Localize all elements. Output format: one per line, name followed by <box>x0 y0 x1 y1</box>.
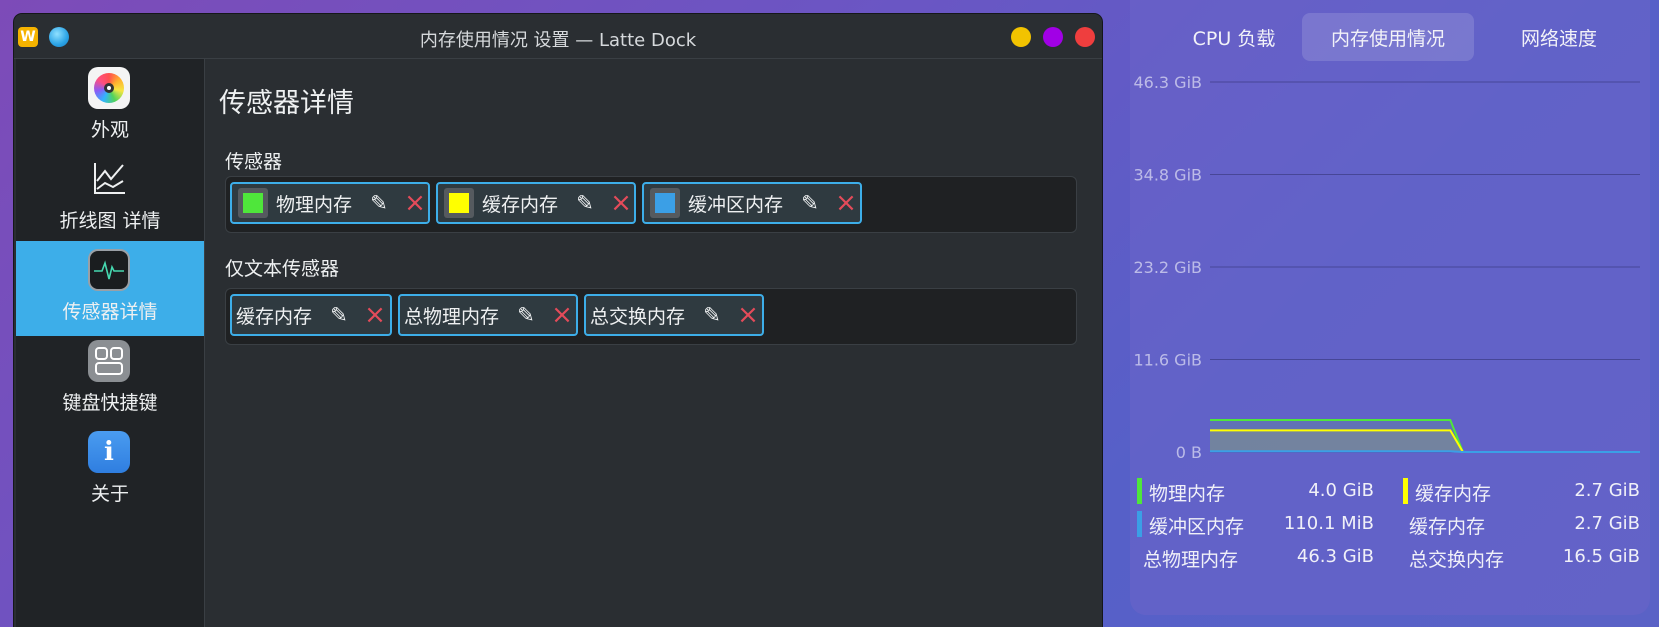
legend-label: 缓存内存 <box>1409 516 1486 538</box>
legend-swatch <box>1137 511 1142 537</box>
sensor-name: 缓存内存 <box>236 305 313 328</box>
line-chart-icon <box>88 158 130 200</box>
sensor-name: 总物理内存 <box>404 305 500 328</box>
remove-icon[interactable]: × <box>551 302 573 328</box>
sidebar-item-label: 外观 <box>90 119 129 141</box>
keyboard-shortcut-icon <box>88 340 130 382</box>
legend-label: 总物理内存 <box>1143 549 1239 571</box>
sidebar-item-sensor-details[interactable]: 传感器详情 <box>16 241 204 336</box>
remove-icon[interactable]: × <box>737 302 759 328</box>
color-swatch[interactable] <box>650 188 680 218</box>
text-sensor-chip[interactable]: 缓存内存 ✎ × <box>230 294 392 336</box>
page-title: 传感器详情 <box>219 88 354 119</box>
legend-value: 16.5 GiB <box>1562 546 1640 567</box>
sensor-chip[interactable]: 缓冲区内存 ✎ × <box>642 182 862 224</box>
color-swatch[interactable] <box>238 188 268 218</box>
legend-value: 46.3 GiB <box>1296 546 1374 567</box>
tab-memory-usage[interactable]: 内存使用情况 <box>1302 13 1474 61</box>
minimize-button[interactable] <box>1011 27 1031 47</box>
text-only-sensors-list[interactable]: 缓存内存 ✎ × 总物理内存 ✎ × 总交换内存 ✎ × <box>225 288 1077 345</box>
sidebar-item-keyboard-shortcuts[interactable]: 键盘快捷键 <box>16 332 204 427</box>
sensor-chip[interactable]: 缓存内存 ✎ × <box>436 182 636 224</box>
legend-value: 2.7 GiB <box>1574 480 1640 501</box>
swatch-color <box>243 193 263 213</box>
sensor-name: 物理内存 <box>276 193 353 216</box>
edit-icon[interactable]: ✎ <box>368 191 390 215</box>
info-icon: i <box>88 431 130 473</box>
sidebar-item-label: 关于 <box>90 483 129 505</box>
edit-icon[interactable]: ✎ <box>574 191 596 215</box>
tab-network-speed[interactable]: 网络速度 <box>1473 13 1645 61</box>
sensor-chip[interactable]: 物理内存 ✎ × <box>230 182 430 224</box>
series-line <box>1210 450 1640 453</box>
memory-line-chart: 46.3 GiB 34.8 GiB 23.2 GiB 11.6 GiB 0 B <box>1133 73 1640 460</box>
maximize-button[interactable] <box>1043 27 1063 47</box>
sensor-name: 缓冲区内存 <box>688 193 784 216</box>
y-tick-label: 23.2 GiB <box>1133 258 1202 277</box>
settings-content: 传感器详情 传感器 物理内存 ✎ × 缓存内存 ✎ × 缓冲区内存 ✎ × 仅文… <box>205 59 1102 627</box>
sensor-name: 缓存内存 <box>482 193 559 216</box>
remove-icon[interactable]: × <box>610 190 632 216</box>
legend-value: 110.1 MiB <box>1283 513 1374 534</box>
sidebar-item-label: 折线图 详情 <box>59 210 161 232</box>
window-title: 内存使用情况 设置 — Latte Dock <box>419 30 697 51</box>
tab-cpu-load[interactable]: CPU 负载 <box>1148 13 1320 61</box>
legend-value: 4.0 GiB <box>1308 480 1374 501</box>
legend-swatch <box>1403 478 1408 504</box>
edit-icon[interactable]: ✎ <box>701 303 723 327</box>
sidebar-item-appearance[interactable]: 外观 <box>16 59 204 154</box>
sensor-monitor-icon <box>88 249 130 291</box>
legend-label: 物理内存 <box>1149 483 1226 505</box>
settings-window: W 内存使用情况 设置 — Latte Dock 外观 折线图 详情 传感器详情… <box>14 14 1102 627</box>
remove-icon[interactable]: × <box>835 190 857 216</box>
sidebar-item-about[interactable]: i 关于 <box>16 423 204 518</box>
sidebar-item-label: 传感器详情 <box>62 301 158 323</box>
sensors-list[interactable]: 物理内存 ✎ × 缓存内存 ✎ × 缓冲区内存 ✎ × <box>225 176 1077 233</box>
title-bar[interactable]: W 内存使用情况 设置 — Latte Dock <box>14 14 1102 59</box>
remove-icon[interactable]: × <box>364 302 386 328</box>
edit-icon[interactable]: ✎ <box>799 191 821 215</box>
edit-icon[interactable]: ✎ <box>328 303 350 327</box>
legend-label: 缓冲区内存 <box>1149 516 1245 538</box>
sensor-name: 总交换内存 <box>590 305 686 328</box>
text-sensor-chip[interactable]: 总交换内存 ✎ × <box>584 294 764 336</box>
series-area <box>1210 430 1640 452</box>
sidebar-item-line-chart[interactable]: 折线图 详情 <box>16 150 204 245</box>
appearance-icon <box>88 67 130 109</box>
y-tick-label: 46.3 GiB <box>1133 73 1202 92</box>
color-swatch[interactable] <box>444 188 474 218</box>
swatch-color <box>449 193 469 213</box>
y-tick-label: 11.6 GiB <box>1133 351 1202 370</box>
settings-sidebar: 外观 折线图 详情 传感器详情 键盘快捷键 i 关于 <box>16 59 205 627</box>
remove-icon[interactable]: × <box>404 190 426 216</box>
swatch-color <box>655 193 675 213</box>
y-tick-label: 34.8 GiB <box>1133 166 1202 185</box>
y-tick-label: 0 B <box>1176 443 1202 460</box>
text-sensor-chip[interactable]: 总物理内存 ✎ × <box>398 294 578 336</box>
text-only-section-label: 仅文本传感器 <box>225 258 340 280</box>
sensors-section-label: 传感器 <box>225 151 283 173</box>
sidebar-item-label: 键盘快捷键 <box>62 392 158 414</box>
close-button[interactable] <box>1075 27 1095 47</box>
legend-swatch <box>1137 478 1142 504</box>
legend-label: 缓存内存 <box>1415 483 1492 505</box>
memory-usage-widget: CPU 负载 内存使用情况 网络速度 46.3 GiB 34.8 GiB 23.2 … <box>1130 0 1650 615</box>
legend-value: 2.7 GiB <box>1574 513 1640 534</box>
legend-label: 总交换内存 <box>1409 549 1505 571</box>
edit-icon[interactable]: ✎ <box>515 303 537 327</box>
